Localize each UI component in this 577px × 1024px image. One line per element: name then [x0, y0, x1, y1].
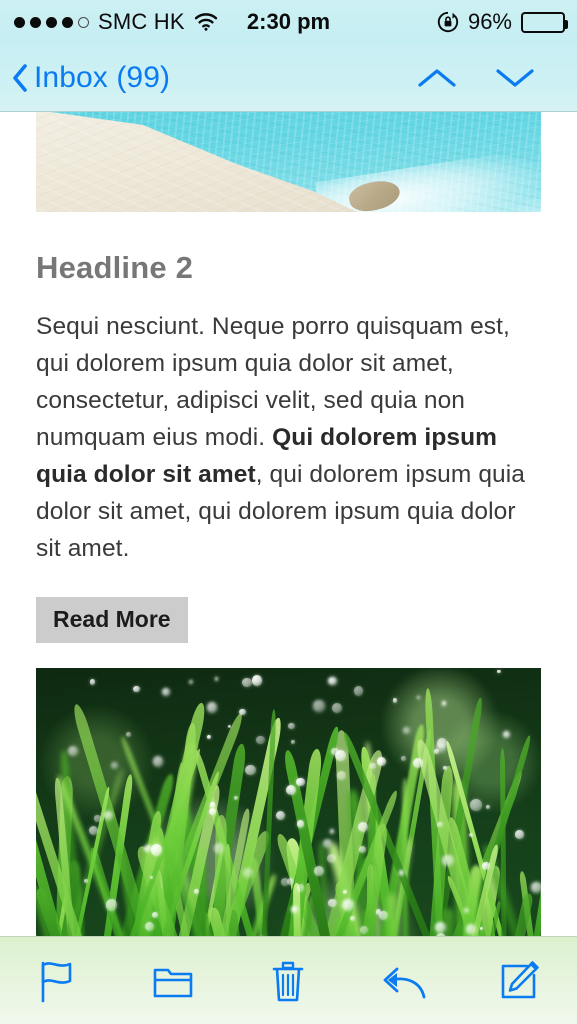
dew-drop	[291, 906, 298, 913]
message-actions-toolbar	[0, 936, 577, 1024]
dew-drop	[398, 870, 405, 876]
compose-button[interactable]	[487, 953, 551, 1009]
dew-drop	[341, 899, 354, 911]
dew-drop	[322, 838, 332, 848]
dew-drop	[89, 678, 96, 685]
dew-drop	[256, 735, 265, 745]
dew-drop	[251, 674, 263, 686]
dew-drop	[470, 798, 482, 811]
message-body-scroll-area[interactable]: Headline 2 Sequi nesciunt. Neque porro q…	[0, 112, 577, 1024]
dew-drop	[313, 700, 325, 712]
dew-drop	[94, 815, 101, 822]
dew-drop	[358, 821, 369, 832]
reply-icon	[380, 961, 428, 1001]
dew-drop	[376, 756, 387, 766]
signal-strength-dots	[14, 16, 89, 28]
dew-drop	[206, 701, 218, 713]
read-more-button[interactable]: Read More	[36, 597, 188, 643]
page-title: Headline 2	[36, 250, 194, 285]
flag-icon	[36, 958, 80, 1004]
dew-drop	[326, 853, 336, 864]
chevron-left-icon	[12, 63, 28, 92]
battery-full-icon	[521, 11, 568, 33]
navigation-bar: Inbox (99)	[0, 44, 577, 112]
dew-drop	[434, 921, 446, 934]
dew-drop	[241, 677, 252, 688]
status-bar: SMC HK 2:30 pm 96%	[0, 0, 577, 44]
dew-drop	[437, 821, 443, 828]
dew-drop	[331, 747, 339, 755]
dew-drop	[515, 830, 524, 839]
dew-drop	[111, 761, 118, 769]
back-button-label: Inbox (99)	[34, 60, 171, 94]
chevron-down-icon[interactable]	[493, 64, 537, 92]
dew-drop	[497, 669, 501, 674]
dew-drop	[144, 921, 155, 932]
dew-drop	[400, 756, 406, 762]
dew-drop	[214, 677, 218, 681]
move-to-folder-button[interactable]	[141, 953, 205, 1009]
rotation-lock-icon	[437, 11, 459, 33]
compose-icon	[497, 959, 541, 1003]
dew-drop	[328, 898, 337, 908]
back-to-inbox-button[interactable]: Inbox (99)	[12, 61, 170, 95]
dew-drop	[245, 764, 256, 776]
status-bar-right: 96%	[437, 9, 568, 35]
dew-drop	[213, 843, 224, 854]
dew-drop	[150, 844, 163, 856]
battery-percent-label: 96%	[467, 9, 512, 34]
message-nav-controls	[415, 64, 537, 92]
dew-drop	[286, 878, 294, 886]
dew-drop	[288, 723, 295, 730]
dew-drop	[152, 911, 158, 918]
dew-drop	[392, 698, 398, 703]
dew-drop	[503, 731, 510, 738]
footer-grass-image	[36, 668, 541, 980]
dew-drop	[531, 882, 541, 893]
dew-drop	[152, 756, 163, 767]
dew-drop	[436, 743, 446, 753]
dew-drop	[353, 686, 363, 696]
dew-drop	[485, 805, 490, 810]
dew-drop	[413, 757, 424, 768]
dew-drop	[342, 890, 347, 895]
dew-drop	[313, 865, 324, 877]
signal-dot-3	[46, 16, 57, 28]
wifi-icon	[194, 13, 218, 31]
reply-button[interactable]	[372, 953, 436, 1009]
folder-icon	[151, 961, 195, 1001]
signal-dot-4	[62, 16, 73, 28]
flag-button[interactable]	[26, 953, 90, 1009]
dew-drop	[370, 763, 376, 769]
mail-message-screen: SMC HK 2:30 pm 96% Inbox (99) Headline 2…	[0, 0, 577, 1024]
dew-drop	[297, 884, 305, 892]
signal-dot-2	[30, 16, 41, 28]
signal-dot-1	[14, 16, 25, 28]
carrier-label: SMC HK	[98, 9, 185, 34]
status-bar-left: SMC HK	[14, 9, 218, 35]
chevron-up-icon[interactable]	[415, 64, 459, 92]
signal-dot-5	[78, 16, 89, 28]
trash-icon	[268, 958, 308, 1004]
hero-beach-image	[36, 112, 541, 212]
dew-drop	[336, 771, 346, 781]
dew-drop	[331, 703, 342, 714]
dew-drop	[275, 810, 286, 820]
dew-drop	[328, 676, 337, 685]
delete-button[interactable]	[256, 953, 320, 1009]
dew-drop	[416, 695, 421, 699]
dew-drop	[359, 845, 367, 853]
dew-drop	[209, 802, 216, 808]
dew-drop	[291, 740, 295, 744]
dew-drop	[359, 926, 368, 935]
dew-drop	[105, 899, 118, 911]
dew-drop	[379, 911, 388, 920]
message-paragraph: Sequi nesciunt. Neque porro quisquam est…	[36, 308, 541, 567]
